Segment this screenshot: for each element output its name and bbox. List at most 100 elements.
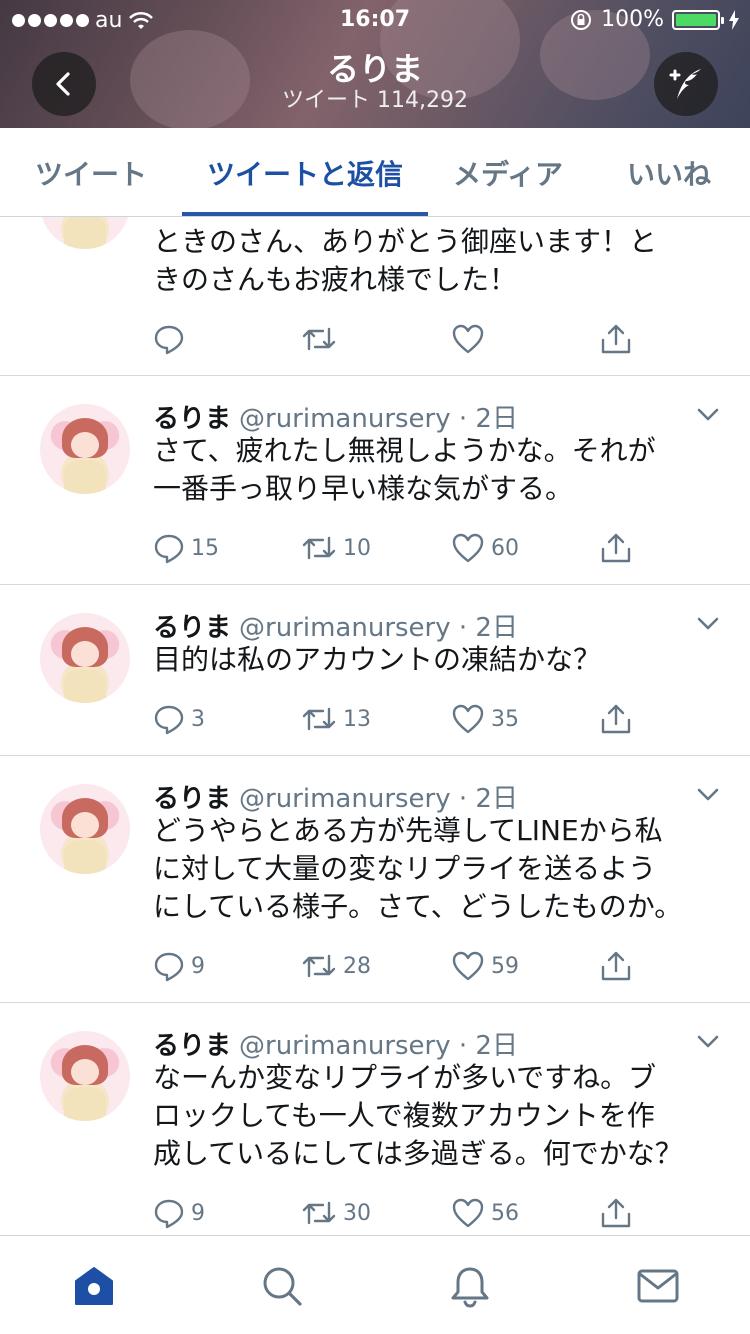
- tweet-text-line: 成しているにしては多過ぎる。何でかな？: [153, 1137, 683, 1170]
- tweet[interactable]: ときのさん、ありがとう御座います！と きのさんもお疲れ様でした！: [0, 217, 750, 376]
- tweet-header: るりま @rurimanursery · 2日: [153, 398, 518, 435]
- nav-search[interactable]: [260, 1264, 304, 1308]
- like-button[interactable]: 60: [451, 528, 519, 568]
- bottom-navigation: [0, 1235, 750, 1334]
- chevron-down-icon[interactable]: [694, 780, 722, 808]
- nav-notifications[interactable]: [448, 1264, 492, 1308]
- author-handle-time: @rurimanursery · 2日: [239, 784, 518, 814]
- tweet[interactable]: るりま @rurimanursery · 2日 目的は私のアカウントの凍結かな？ …: [0, 585, 750, 756]
- tweet[interactable]: るりま @rurimanursery · 2日 さて、疲れたし無視しようかな。それ…: [0, 376, 750, 585]
- tweet-text-line: 一番手っ取り早い様な気がする。: [153, 472, 574, 505]
- author-name[interactable]: るりま: [153, 784, 231, 814]
- tweet-text-line: にしている様子。さて、どうしたものか。: [153, 890, 683, 923]
- chevron-down-icon[interactable]: [694, 400, 722, 428]
- author-name[interactable]: るりま: [153, 613, 231, 643]
- avatar[interactable]: [40, 613, 130, 703]
- tweet-text-line: に対して大量の変なリプライを送るよう: [153, 852, 657, 885]
- tweet-text-line: きのさんもお疲れ様でした！: [153, 263, 518, 296]
- tweet-text-line: 目的は私のアカウントの凍結かな？: [153, 643, 602, 676]
- like-count: 59: [491, 953, 519, 979]
- reply-button[interactable]: 9: [153, 946, 205, 986]
- reply-button[interactable]: 3: [153, 699, 205, 739]
- reply-icon: [154, 705, 184, 735]
- tab-likes[interactable]: いいね: [588, 128, 750, 217]
- tweet-header: るりま @rurimanursery · 2日: [153, 607, 518, 644]
- tweet-text: ときのさん、ありがとう御座います！と きのさんもお疲れ様でした！: [153, 223, 713, 299]
- retweet-icon: [302, 536, 336, 560]
- profile-tabs: ツイート ツイートと返信 メディア いいね: [0, 128, 750, 217]
- like-button[interactable]: 56: [451, 1193, 519, 1233]
- notifications-bell-icon: [451, 1267, 489, 1308]
- like-count: 35: [491, 706, 519, 732]
- messages-envelope-icon: [637, 1269, 679, 1303]
- like-count: 56: [491, 1200, 519, 1226]
- share-icon: [601, 1198, 631, 1228]
- search-icon: [263, 1267, 302, 1306]
- battery-icon: [672, 9, 724, 30]
- reply-button[interactable]: 9: [153, 1193, 205, 1233]
- heart-icon: [452, 1198, 484, 1228]
- reply-button[interactable]: 15: [153, 528, 219, 568]
- share-button[interactable]: [599, 319, 633, 359]
- tab-tweets-and-replies[interactable]: ツイートと返信: [182, 128, 428, 217]
- reply-count: 3: [191, 706, 205, 732]
- share-button[interactable]: [599, 946, 633, 986]
- tweet-count: ツイート 114,292: [282, 88, 468, 113]
- like-button[interactable]: 59: [451, 946, 519, 986]
- tweet[interactable]: るりま @rurimanursery · 2日 なーんか変なリプライが多いですね。…: [0, 1003, 750, 1235]
- tweet-text-line: なーんか変なリプライが多いですね。ブ: [153, 1061, 657, 1094]
- like-button[interactable]: [451, 319, 485, 359]
- tweet-text: どうやらとある方が先導してLINEから私 に対して大量の変なリプライを送るよう …: [153, 812, 713, 926]
- retweet-count: 13: [343, 706, 371, 732]
- heart-icon: [452, 951, 484, 981]
- retweet-button[interactable]: 28: [301, 946, 371, 986]
- chevron-down-icon[interactable]: [694, 1027, 722, 1055]
- chevron-down-icon[interactable]: [694, 609, 722, 637]
- tweet-actions: [153, 319, 653, 359]
- author-handle-time: @rurimanursery · 2日: [239, 613, 518, 643]
- retweet-button[interactable]: [301, 319, 337, 359]
- profile-header: au 16:07 100% るりま ツイート 114,292: [0, 0, 750, 128]
- timeline[interactable]: ときのさん、ありがとう御座います！と きのさんもお疲れ様でした！ るりま @rur…: [0, 217, 750, 1235]
- tab-tweets[interactable]: ツイート: [0, 128, 182, 217]
- rotation-lock-icon: [571, 9, 592, 30]
- retweet-icon: [302, 1201, 336, 1225]
- share-button[interactable]: [599, 528, 633, 568]
- share-icon: [601, 951, 631, 981]
- tweet-actions: 3 13 35: [153, 699, 653, 739]
- like-button[interactable]: 35: [451, 699, 519, 739]
- tweet-text: なーんか変なリプライが多いですね。ブ ロックしても一人で複数アカウントを作 成し…: [153, 1059, 713, 1173]
- avatar[interactable]: [40, 217, 130, 249]
- tweet[interactable]: るりま @rurimanursery · 2日 どうやらとある方が先導してLINE…: [0, 756, 750, 1003]
- compose-button[interactable]: [654, 52, 718, 116]
- share-button[interactable]: [599, 1193, 633, 1233]
- retweet-count: 30: [343, 1200, 371, 1226]
- heart-icon: [452, 704, 484, 734]
- avatar[interactable]: [40, 784, 130, 874]
- charging-bolt-icon: [729, 9, 739, 30]
- nav-messages[interactable]: [636, 1264, 680, 1308]
- tweet-text: 目的は私のアカウントの凍結かな？: [153, 641, 713, 679]
- avatar[interactable]: [40, 404, 130, 494]
- avatar[interactable]: [40, 1031, 130, 1121]
- retweet-count: 10: [343, 535, 371, 561]
- reply-count: 9: [191, 953, 205, 979]
- nav-home[interactable]: [72, 1264, 116, 1308]
- reply-icon: [154, 325, 184, 355]
- retweet-button[interactable]: 13: [301, 699, 371, 739]
- share-icon: [601, 704, 631, 734]
- retweet-button[interactable]: 10: [301, 528, 371, 568]
- tab-media[interactable]: メディア: [428, 128, 588, 217]
- tweet-text-line: さて、疲れたし無視しようかな。それが: [153, 434, 656, 467]
- author-name[interactable]: るりま: [153, 1031, 231, 1061]
- retweet-icon: [302, 707, 336, 731]
- author-name[interactable]: るりま: [153, 404, 231, 434]
- retweet-count: 28: [343, 953, 371, 979]
- share-button[interactable]: [599, 699, 633, 739]
- battery-percent: 100%: [601, 7, 664, 32]
- retweet-button[interactable]: 30: [301, 1193, 371, 1233]
- tweet-actions: 9 30 56: [153, 1193, 653, 1233]
- reply-button[interactable]: [153, 319, 185, 359]
- tweet-actions: 9 28 59: [153, 946, 653, 986]
- like-count: 60: [491, 535, 519, 561]
